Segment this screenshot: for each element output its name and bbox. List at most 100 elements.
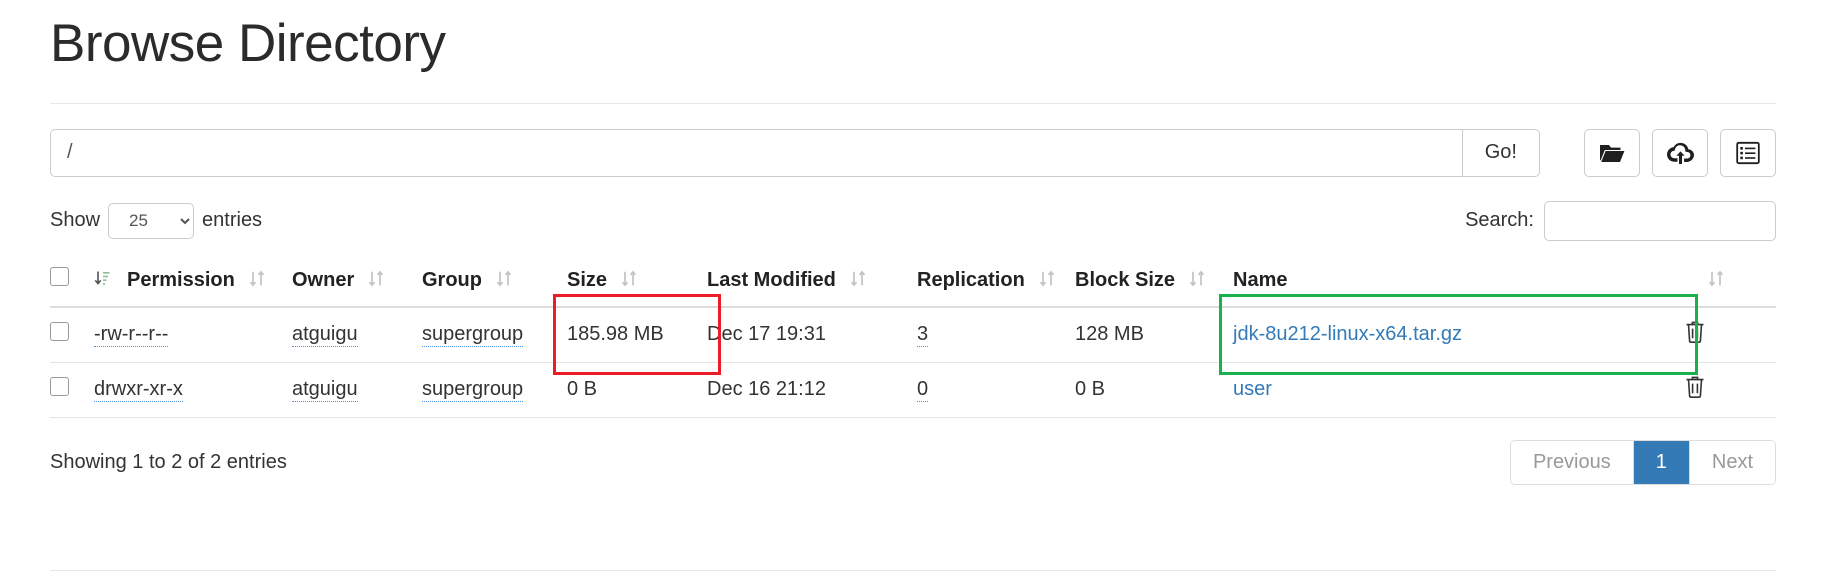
search-input[interactable]	[1544, 200, 1776, 241]
row-owner-cell: atguigu	[292, 306, 422, 363]
row-block-size-cell: 0 B	[1075, 362, 1233, 418]
page-length-control: Show 25 entries	[50, 202, 270, 239]
header-replication[interactable]: Replication	[917, 256, 1075, 308]
path-input-group: Go!	[50, 128, 1540, 177]
header-select-all[interactable]	[50, 256, 94, 308]
header-name-label: Name	[1233, 268, 1288, 291]
header-replication-label: Replication	[917, 268, 1025, 291]
go-button[interactable]: Go!	[1461, 128, 1540, 177]
row-size-cell: 0 B	[567, 362, 707, 418]
table-row: drwxr-xr-x atguigu supergroup 0 B Dec 16…	[50, 362, 1776, 418]
table-footer: Showing 1 to 2 of 2 entries Previous 1 N…	[50, 439, 1776, 485]
row-checkbox[interactable]	[50, 322, 69, 342]
row-replication-cell: 0	[917, 362, 1075, 418]
sort-icon[interactable]	[496, 270, 512, 290]
trash-icon	[1684, 375, 1706, 402]
header-group-label: Group	[422, 268, 482, 291]
file-name-link[interactable]: jdk-8u212-linux-x64.tar.gz	[1233, 323, 1462, 345]
page-length-select[interactable]: 25	[108, 202, 195, 239]
row-delete-cell	[1683, 362, 1776, 418]
sort-icon[interactable]	[621, 270, 637, 290]
header-owner-label: Owner	[292, 268, 355, 291]
owner-value[interactable]: atguigu	[292, 323, 358, 347]
pagination: Previous 1 Next	[1509, 439, 1776, 485]
entries-info: Showing 1 to 2 of 2 entries	[50, 450, 287, 473]
entries-label: entries	[202, 209, 263, 232]
path-input[interactable]	[50, 128, 1462, 177]
permission-value[interactable]: drwxr-xr-x	[94, 378, 183, 402]
sort-amount-icon[interactable]	[94, 270, 111, 290]
browse-directory-page: Browse Directory Go!	[0, 0, 1826, 585]
header-permission-label: Permission	[127, 268, 235, 291]
header-owner[interactable]: Owner	[292, 256, 422, 308]
owner-value[interactable]: atguigu	[292, 378, 358, 402]
snapshot-button[interactable]	[1720, 128, 1776, 177]
group-value[interactable]: supergroup	[422, 378, 524, 402]
new-directory-button[interactable]	[1584, 128, 1640, 177]
list-alt-icon	[1736, 141, 1760, 165]
last-modified-value: Dec 16 21:12	[707, 378, 826, 401]
pagination-page-1[interactable]: 1	[1633, 440, 1690, 484]
group-value[interactable]: supergroup	[422, 323, 524, 347]
sort-icon[interactable]	[368, 270, 384, 290]
header-name[interactable]: Name	[1233, 256, 1776, 308]
table-controls: Show 25 entries Search:	[50, 200, 1776, 241]
upload-files-button[interactable]	[1652, 128, 1708, 177]
table-header-row: Permission Owner Group Size Last Modifie…	[50, 256, 1776, 308]
header-last-modified[interactable]: Last Modified	[707, 256, 917, 308]
sort-icon[interactable]	[850, 270, 866, 290]
row-size-cell: 185.98 MB	[567, 306, 707, 363]
search-label: Search:	[1465, 209, 1534, 232]
row-name-cell: jdk-8u212-linux-x64.tar.gz	[1233, 306, 1684, 363]
header-size-label: Size	[567, 268, 608, 291]
trash-icon	[1684, 320, 1706, 347]
replication-value[interactable]: 3	[917, 323, 929, 347]
row-delete-cell	[1683, 306, 1776, 363]
row-checkbox[interactable]	[50, 377, 69, 397]
file-name-link[interactable]: user	[1233, 378, 1272, 400]
row-last-modified-cell: Dec 16 21:12	[707, 362, 917, 418]
header-block-size[interactable]: Block Size	[1075, 256, 1233, 308]
replication-value[interactable]: 0	[917, 378, 929, 402]
block-size-value: 128 MB	[1075, 323, 1144, 346]
sort-icon[interactable]	[1708, 270, 1724, 290]
file-listing-table: Permission Owner Group Size Last Modifie…	[50, 256, 1776, 418]
pagination-next[interactable]: Next	[1689, 440, 1775, 484]
permission-value[interactable]: -rw-r--r--	[94, 323, 169, 347]
row-permission-cell: -rw-r--r--	[94, 306, 292, 363]
search-control: Search:	[1465, 200, 1776, 241]
path-toolbar: Go!	[50, 128, 1776, 177]
row-permission-cell: drwxr-xr-x	[94, 362, 292, 418]
delete-button[interactable]	[1684, 375, 1706, 402]
size-value: 185.98 MB	[567, 323, 664, 346]
last-modified-value: Dec 17 19:31	[707, 323, 826, 346]
row-select-cell[interactable]	[50, 306, 94, 363]
pagination-previous[interactable]: Previous	[1510, 440, 1634, 484]
row-select-cell[interactable]	[50, 362, 94, 418]
table-row: -rw-r--r-- atguigu supergroup 185.98 MB …	[50, 306, 1776, 363]
toolbar-actions	[1584, 128, 1776, 177]
header-size[interactable]: Size	[567, 256, 707, 308]
row-replication-cell: 3	[917, 306, 1075, 363]
cloud-upload-icon	[1666, 141, 1694, 165]
title-divider	[50, 102, 1776, 104]
row-name-cell: user	[1233, 362, 1684, 418]
folder-open-icon	[1599, 142, 1625, 164]
header-last-modified-label: Last Modified	[707, 268, 836, 291]
row-block-size-cell: 128 MB	[1075, 306, 1233, 363]
row-last-modified-cell: Dec 17 19:31	[707, 306, 917, 363]
row-group-cell: supergroup	[422, 306, 567, 363]
show-label: Show	[50, 209, 101, 232]
page-title: Browse Directory	[50, 14, 446, 73]
row-group-cell: supergroup	[422, 362, 567, 418]
delete-button[interactable]	[1684, 320, 1706, 347]
row-owner-cell: atguigu	[292, 362, 422, 418]
sort-icon[interactable]	[1189, 270, 1205, 290]
header-group[interactable]: Group	[422, 256, 567, 308]
sort-icon[interactable]	[1039, 270, 1055, 290]
sort-icon[interactable]	[249, 270, 265, 290]
select-all-checkbox[interactable]	[50, 266, 69, 286]
bottom-divider	[50, 570, 1776, 571]
header-block-size-label: Block Size	[1075, 268, 1176, 291]
header-permission[interactable]: Permission	[94, 256, 292, 308]
